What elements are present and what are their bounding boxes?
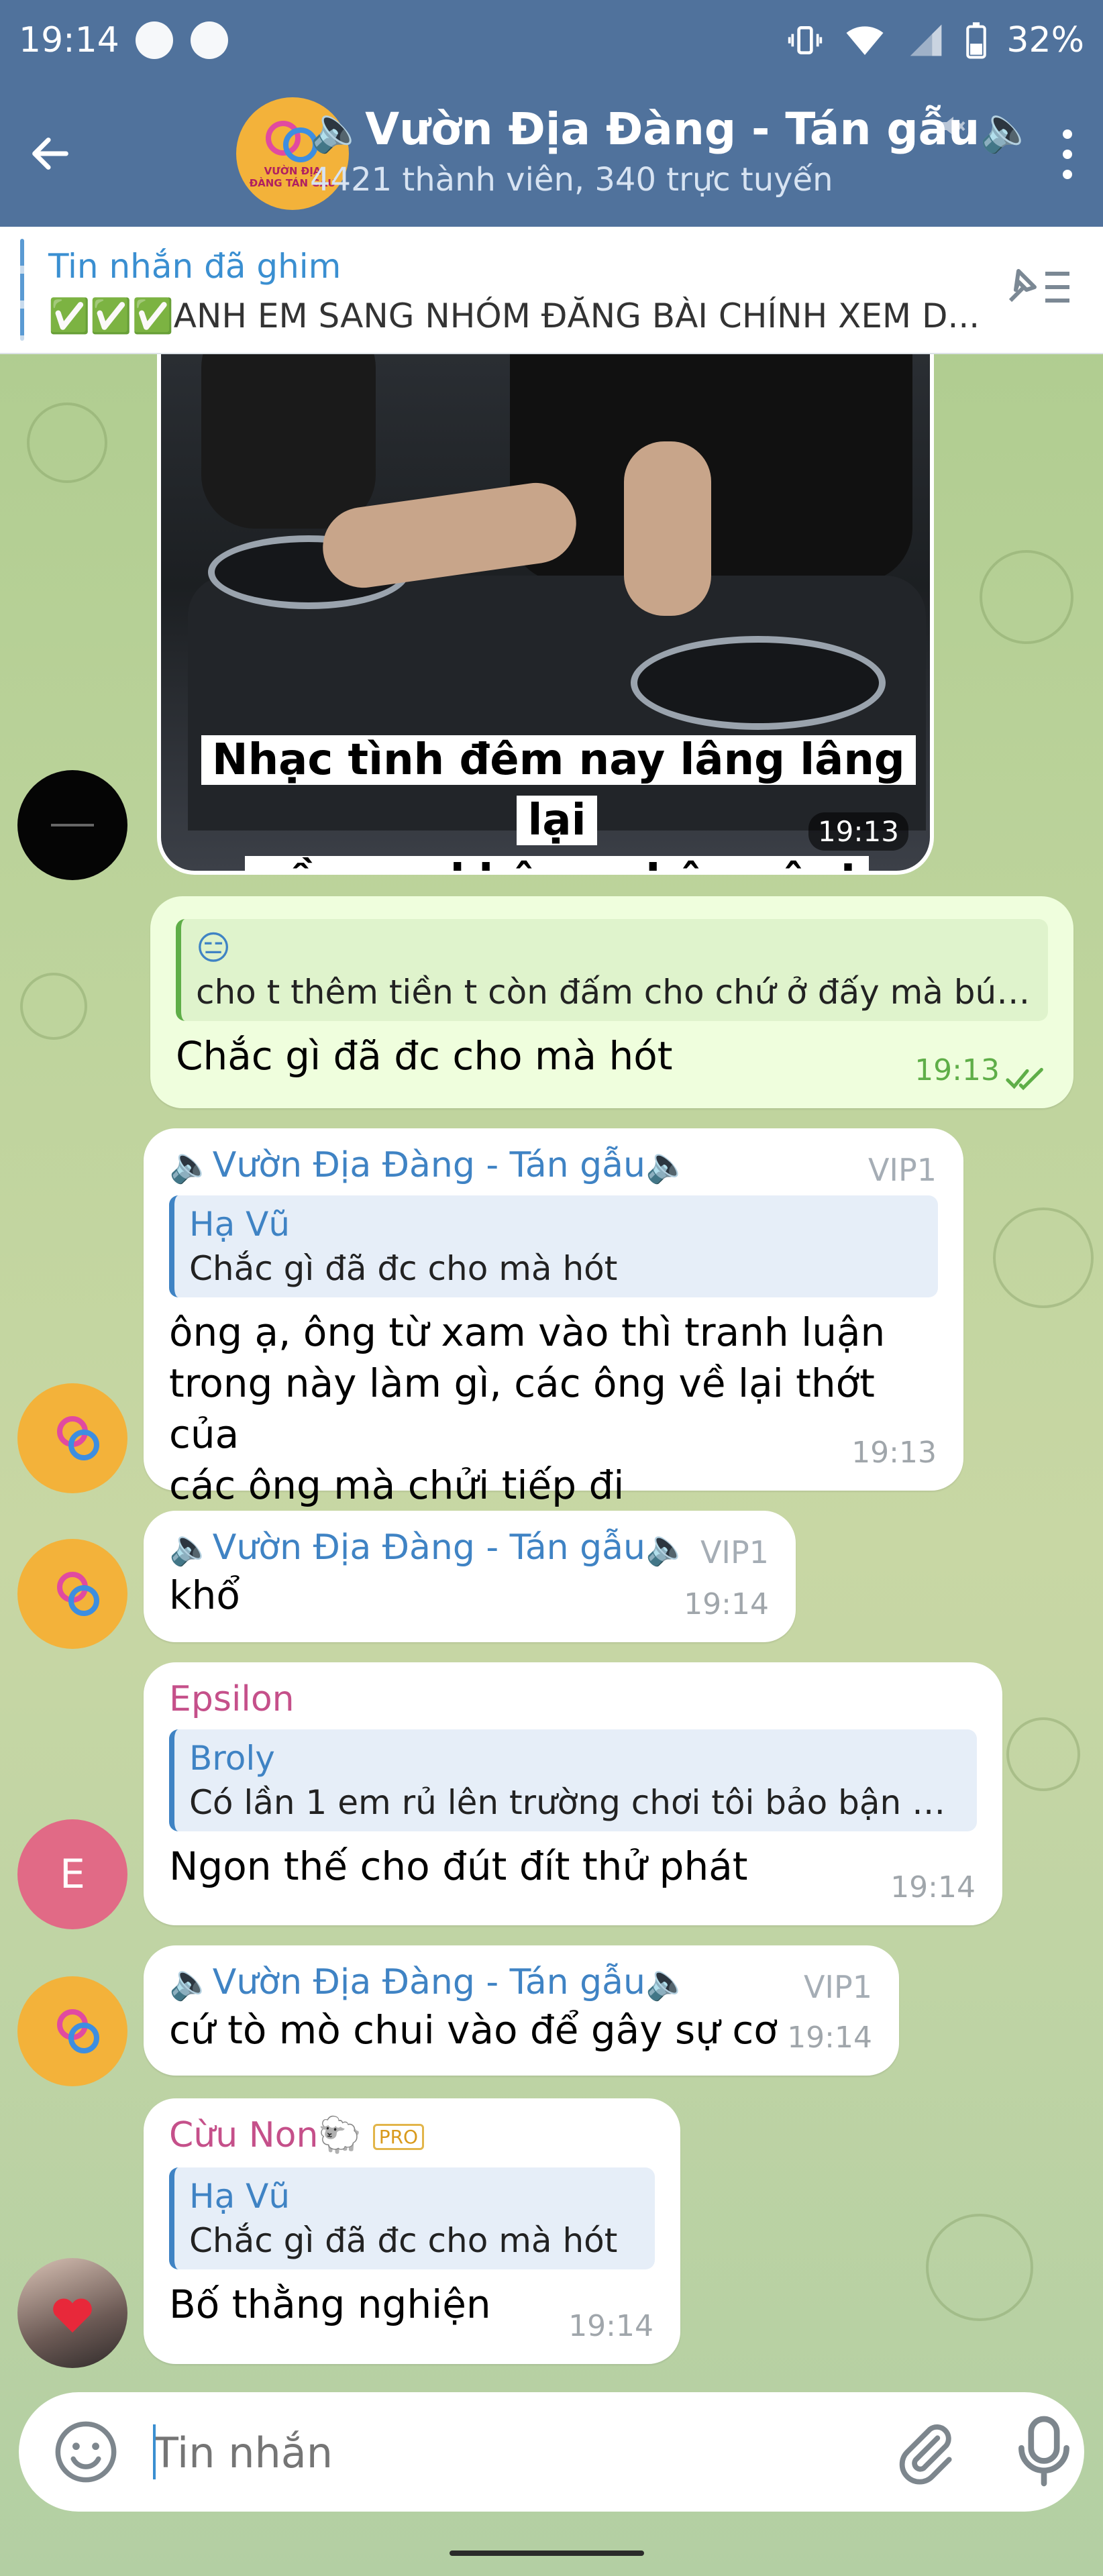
pro-badge: PRO — [372, 2124, 425, 2150]
reply-preview[interactable]: Hạ Vũ Chắc gì đã đc cho mà hót — [169, 1195, 938, 1297]
reply-text: Chắc gì đã đc cho mà hót — [189, 2221, 618, 2260]
chat-title: 🔈Vườn Địa Đàng - Tán gẫu🔈 — [310, 103, 1035, 155]
reply-text: Chắc gì đã đc cho mà hót — [189, 1249, 618, 1288]
message-time: 19:14 — [890, 1870, 976, 1904]
outgoing-message[interactable]: 😑 cho t thêm tiền t còn đấm cho chứ ở đấ… — [150, 896, 1073, 1108]
background-doodle — [926, 2214, 1033, 2321]
message-text: Ngon thế cho đút đít thử phát — [169, 1843, 748, 1889]
text-caret — [153, 2424, 156, 2479]
background-doodle — [27, 402, 107, 483]
video-caption-line: gần em không phân vân! — [245, 856, 869, 871]
battery-icon — [966, 22, 987, 59]
pinned-indicator — [20, 239, 24, 341]
gear-messenger-icon — [190, 21, 228, 59]
media-figure — [510, 354, 912, 582]
sender-avatar[interactable]: E — [17, 1819, 127, 1929]
message-time: 19:14 — [787, 2021, 872, 2055]
messenger-icon — [135, 21, 173, 59]
message-time: 19:13 — [914, 1053, 1000, 1087]
media-platter — [631, 636, 886, 730]
background-doodle — [1006, 1717, 1080, 1791]
background-doodle — [980, 550, 1073, 644]
message-sender[interactable]: 🔈Vườn Địa Đàng - Tán gẫu🔈 — [169, 1525, 770, 1570]
incoming-message[interactable]: Epsilon Broly Có lần 1 em rủ lên trường … — [144, 1662, 1002, 1925]
pinned-list-icon[interactable] — [1002, 260, 1072, 314]
vip-badge: VIP1 — [803, 1969, 872, 2005]
vibrate-icon — [788, 26, 823, 54]
message-text: cứ tò mò chui vào để gây sự cơ — [169, 2007, 778, 2053]
reply-sender: Broly — [189, 1739, 275, 1778]
message-time: 19:13 — [851, 1436, 937, 1470]
message-text-line: các ông mà chửi tiếp đi — [169, 1462, 625, 1508]
reply-text: cho t thêm tiền t còn đấm cho chứ ở đấy … — [196, 973, 1033, 1012]
chat-subtitle: 4421 thành viên, 340 trực tuyến — [310, 161, 833, 199]
logo-ring — [68, 1585, 99, 1616]
read-checks-icon — [1006, 1067, 1043, 1091]
menu-dot — [1063, 150, 1072, 159]
background-doodle — [993, 1208, 1094, 1308]
sender-name: Cừu Non🐑 — [169, 2115, 362, 2155]
message-time: 19:13 — [808, 812, 908, 851]
attach-icon[interactable] — [891, 2418, 961, 2487]
video-message[interactable]: Nhạc tình đêm nay lâng lâng lại gần em k… — [157, 354, 934, 875]
message-sender[interactable]: 🔈Vườn Địa Đàng - Tán gẫu🔈 — [169, 1960, 874, 2004]
reply-preview[interactable]: 😑 cho t thêm tiền t còn đấm cho chứ ở đấ… — [176, 919, 1048, 1021]
back-button[interactable] — [0, 80, 101, 227]
logo-ring — [68, 2023, 99, 2053]
vip-badge: VIP1 — [700, 1534, 769, 1570]
reply-text: Có lần 1 em rủ lên trường chơi tôi bảo b… — [189, 1783, 962, 1822]
emoji-icon[interactable] — [52, 2418, 119, 2485]
incoming-message[interactable]: 🔈Vườn Địa Đàng - Tán gẫu🔈 VIP1 Hạ Vũ Chắ… — [144, 1128, 963, 1508]
incoming-message[interactable]: Cừu Non🐑 PRO Hạ Vũ Chắc gì đã đc cho mà … — [144, 2098, 680, 2364]
reply-sender: 😑 — [196, 928, 231, 967]
battery-percent: 32% — [1006, 20, 1084, 60]
message-text-line: trong này làm gì, các ông về lại thớt củ… — [169, 1360, 875, 1457]
muted-icon — [941, 117, 965, 136]
wifi-icon — [846, 26, 884, 55]
media-hand — [624, 441, 711, 616]
sender-avatar[interactable] — [17, 1383, 127, 1493]
incoming-message[interactable]: 🔈Vườn Địa Đàng - Tán gẫu🔈 VIP1 cứ tò mò … — [144, 1945, 899, 2076]
message-text: khổ — [169, 1572, 240, 1618]
more-menu-button[interactable] — [1044, 121, 1091, 188]
chat-header: VƯỜN ĐỊA ĐÀNG TÁN GẪU 🔈Vườn Địa Đàng - T… — [0, 80, 1103, 227]
message-sender[interactable]: Epsilon — [169, 1677, 977, 1721]
home-indicator[interactable] — [450, 2551, 644, 2556]
sender-avatar[interactable] — [17, 1976, 127, 2086]
status-time: 19:14 — [19, 20, 119, 60]
message-composer — [19, 2392, 1084, 2512]
chat-title-block[interactable]: 🔈Vườn Địa Đàng - Tán gẫu🔈 4421 thành viê… — [310, 103, 1035, 199]
pinned-text: ✅✅✅ANH EM SANG NHÓM ĐĂNG BÀI CHÍNH XEM D… — [48, 297, 980, 335]
video-caption: Nhạc tình đêm nay lâng lâng lại gần em k… — [201, 730, 916, 871]
message-sender[interactable]: 🔈Vườn Địa Đàng - Tán gẫu🔈 — [169, 1143, 938, 1187]
media-figure — [201, 354, 376, 529]
sender-avatar[interactable] — [17, 2258, 127, 2368]
background-doodle — [20, 973, 87, 1040]
incoming-message[interactable]: 🔈Vườn Địa Đàng - Tán gẫu🔈 VIP1 khổ 19:14 — [144, 1511, 796, 1642]
pinned-label: Tin nhắn đã ghim — [48, 247, 342, 286]
signal-icon — [910, 24, 942, 56]
message-text-line: ông ạ, ông từ xam vào thì tranh luận — [169, 1309, 886, 1355]
back-arrow-icon — [32, 138, 68, 170]
microphone-icon[interactable] — [1012, 2412, 1076, 2490]
reply-preview[interactable]: Broly Có lần 1 em rủ lên trường chơi tôi… — [169, 1729, 977, 1831]
menu-dot — [1063, 170, 1072, 179]
vip-badge: VIP1 — [868, 1152, 937, 1188]
pinned-message-bar[interactable]: Tin nhắn đã ghim ✅✅✅ANH EM SANG NHÓM ĐĂN… — [0, 227, 1103, 354]
message-time: 19:14 — [684, 1587, 769, 1621]
message-input[interactable] — [153, 2419, 857, 2486]
reply-preview[interactable]: Hạ Vũ Chắc gì đã đc cho mà hót — [169, 2167, 655, 2269]
heart-icon — [53, 2298, 92, 2333]
logo-ring — [68, 1430, 99, 1460]
message-time: 19:14 — [568, 2309, 653, 2343]
menu-dot — [1063, 129, 1072, 139]
message-sender[interactable]: Cừu Non🐑 PRO — [169, 2113, 655, 2159]
sender-avatar[interactable] — [17, 770, 127, 880]
status-bar: 19:14 32% — [0, 0, 1103, 80]
reply-sender: Hạ Vũ — [189, 1205, 291, 1244]
reply-sender: Hạ Vũ — [189, 2177, 291, 2216]
sender-avatar[interactable] — [17, 1539, 127, 1649]
